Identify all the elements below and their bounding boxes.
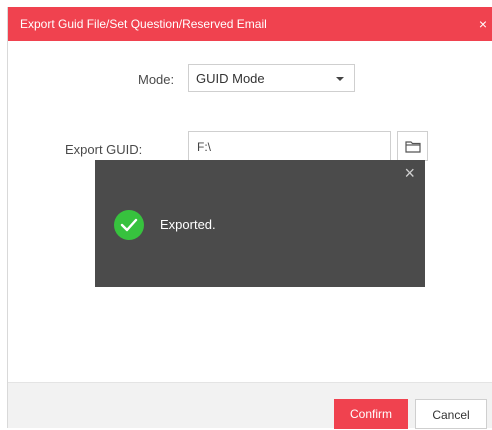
browse-folder-button[interactable] [397,131,428,161]
dialog-footer: Confirm Cancel [8,382,492,429]
export-guid-dialog: Export Guid File/Set Question/Reserved E… [7,7,492,429]
export-result-toast: × Exported. [95,160,425,287]
dialog-close-icon[interactable]: × [475,7,491,41]
cancel-button[interactable]: Cancel [415,399,487,429]
mode-select-value: GUID Mode [196,71,265,86]
folder-icon [405,141,421,153]
export-guid-path-value: F:\ [197,140,211,154]
dialog-title: Export Guid File/Set Question/Reserved E… [20,17,267,31]
chevron-down-icon [336,77,344,81]
mode-label: Mode: [138,72,175,87]
toast-message: Exported. [160,217,216,232]
mode-select[interactable]: GUID Mode [188,64,355,92]
success-check-icon [114,210,144,240]
toast-close-icon[interactable]: × [404,164,415,182]
dialog-titlebar: Export Guid File/Set Question/Reserved E… [8,7,492,41]
export-guid-label: Export GUID: [65,142,143,157]
export-guid-path-input[interactable]: F:\ [188,131,391,161]
confirm-button[interactable]: Confirm [334,399,408,429]
